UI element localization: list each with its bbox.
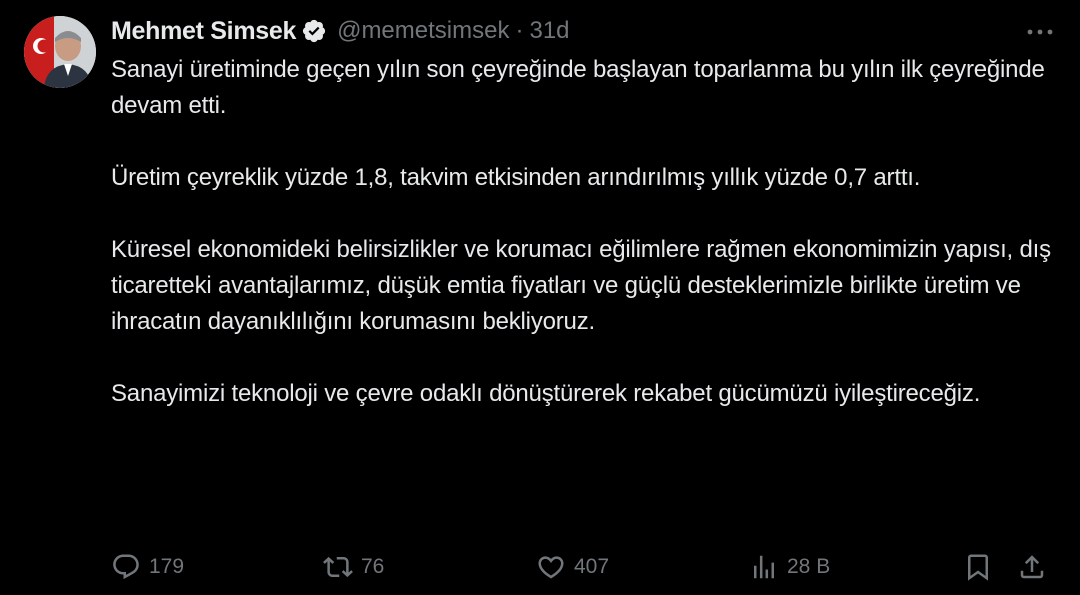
like-count: 407 xyxy=(574,555,610,578)
timestamp[interactable]: 31d xyxy=(529,17,569,45)
views-count: 28 B xyxy=(787,555,831,578)
repost-button[interactable]: 76 xyxy=(323,548,384,586)
more-horizontal-icon[interactable] xyxy=(1022,18,1058,46)
bookmark-button[interactable] xyxy=(963,548,993,586)
views-button[interactable]: 28 B xyxy=(749,548,830,586)
avatar[interactable] xyxy=(24,16,96,88)
tweet-header: Mehmet Simsek @memetsimsek · 31d xyxy=(111,14,570,48)
bookmark-icon xyxy=(968,554,988,581)
reply-icon xyxy=(113,554,139,580)
reply-button[interactable]: 179 xyxy=(111,548,184,586)
tweet-paragraph: Sanayimizi teknoloji ve çevre odaklı dön… xyxy=(111,380,981,407)
views-icon xyxy=(754,555,774,579)
separator-dot: · xyxy=(515,17,524,44)
like-button[interactable]: 407 xyxy=(536,548,609,586)
reply-count: 179 xyxy=(149,555,185,578)
tweet: Mehmet Simsek @memetsimsek · 31d Sanayi … xyxy=(0,0,1080,595)
tweet-paragraph: Sanayi üretiminde geçen yılın son çeyreğ… xyxy=(111,56,1045,119)
verified-badge-icon[interactable] xyxy=(301,18,327,44)
display-name[interactable]: Mehmet Simsek xyxy=(111,17,296,46)
action-bar: 179 76 407 28 B xyxy=(111,548,1051,586)
author-handle[interactable]: @memetsimsek xyxy=(337,17,509,45)
tweet-text: Sanayi üretiminde geçen yılın son çeyreğ… xyxy=(111,52,1061,412)
share-icon xyxy=(1020,555,1044,579)
avatar-image xyxy=(24,16,96,88)
share-button[interactable] xyxy=(1017,548,1047,586)
repost-count: 76 xyxy=(361,555,385,578)
heart-icon xyxy=(538,556,564,579)
tweet-paragraph: Küresel ekonomideki belirsizlikler ve ko… xyxy=(111,236,1051,335)
tweet-paragraph: Üretim çeyreklik yüzde 1,8, takvim etkis… xyxy=(111,164,921,191)
repost-icon xyxy=(323,556,353,578)
